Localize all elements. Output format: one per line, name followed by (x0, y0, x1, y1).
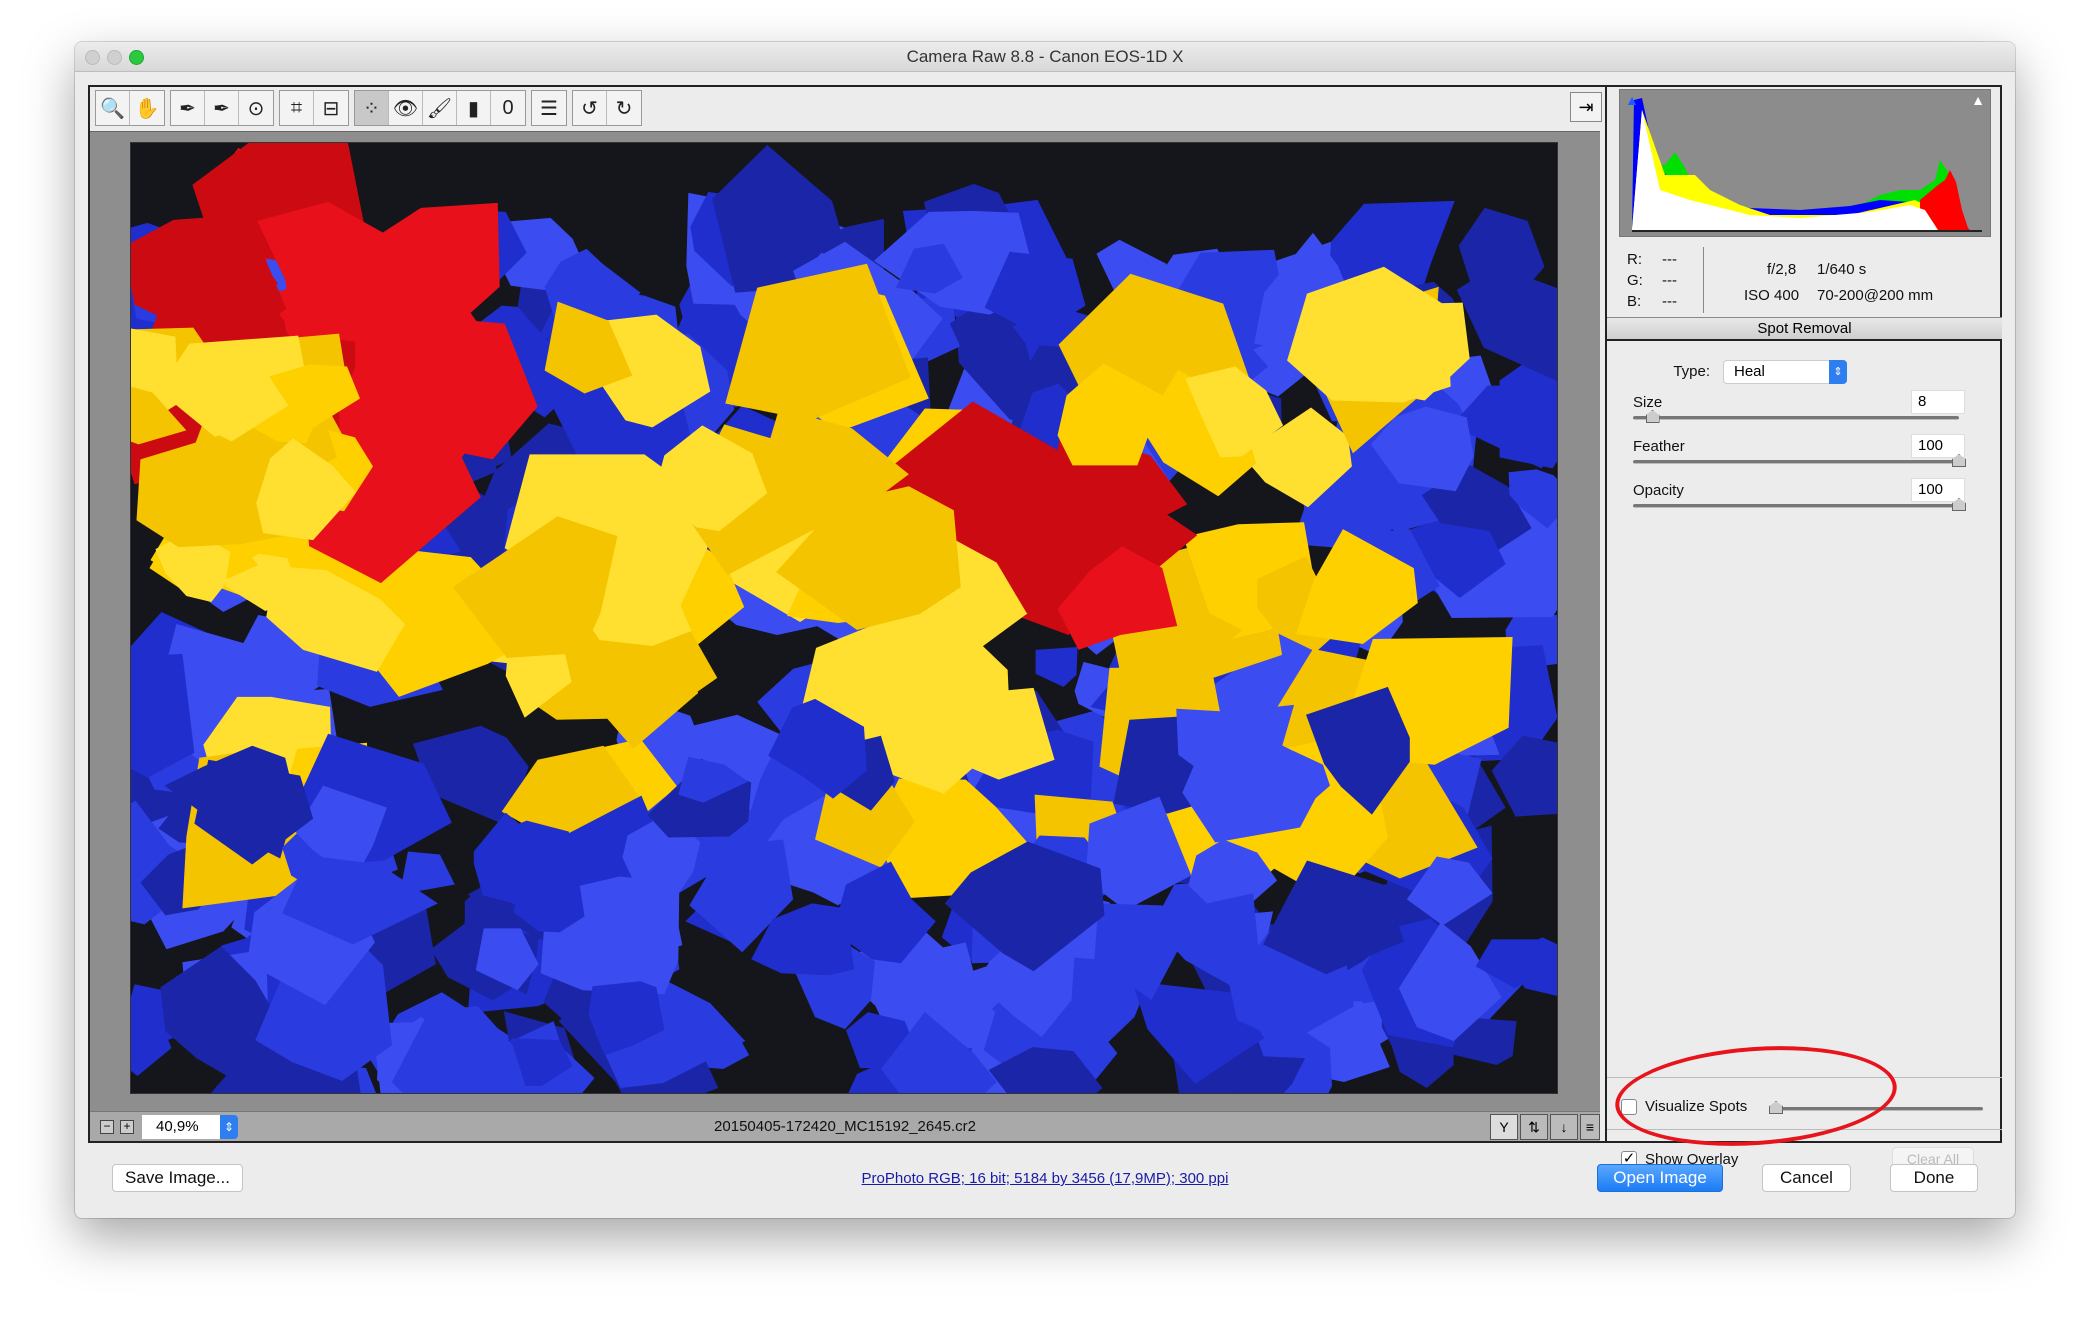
tool-group: 🔍 ✋ (95, 90, 165, 126)
main-frame: 🔍 ✋ ✒ ✒ ⊙ ⌗ ⊟ ⁘ 👁 🖌 ▮ 0 ☰ ↺ ↻ ⇥ − + 40,9% ⇕ 20150405-1… (88, 85, 2002, 1171)
size-slider[interactable] (1633, 410, 1959, 423)
tool-group: ⌗ ⊟ (279, 90, 349, 126)
title-bar: Camera Raw 8.8 - Canon EOS-1D X (75, 42, 2015, 72)
g-value: --- (1662, 272, 1677, 289)
b-value: --- (1662, 293, 1677, 310)
type-dropdown[interactable]: Heal ⇕ (1723, 360, 1847, 384)
red-eye-icon: 👁 (392, 97, 419, 120)
adjustment-panel: ▲ ▲ R: --- G: --- B: --- f/2,8 1/640 s I… (1605, 87, 2002, 1171)
zoom-tool-button[interactable]: 🔍 (96, 91, 130, 125)
workflow-options-link[interactable]: ProPhoto RGB; 16 bit; 5184 by 3456 (17,9… (75, 1170, 2015, 1187)
crop-icon: ⌗ (290, 96, 303, 119)
type-value: Heal (1734, 363, 1765, 380)
targeted-adjustment-tool-button[interactable]: ⊙ (239, 91, 273, 125)
camera-raw-window: Camera Raw 8.8 - Canon EOS-1D X 🔍 ✋ ✒ ✒ ⊙ ⌗ ⊟ ⁘… (75, 42, 2015, 1218)
spot-removal-tool-button[interactable]: ⁘ (355, 91, 389, 125)
image-preview-area (90, 131, 1600, 1111)
type-label: Type: (1673, 363, 1710, 380)
feather-label: Feather (1633, 438, 1685, 455)
close-window-button[interactable] (85, 50, 100, 65)
tool-group: ⁘ 👁 🖌 ▮ 0 (354, 90, 526, 126)
rotate-ccw-tool-button[interactable]: ↺ (573, 91, 607, 125)
panel-title: Spot Removal (1607, 317, 2002, 341)
aperture: f/2,8 (1767, 261, 1797, 278)
pixel-info: R: --- G: --- B: --- f/2,8 1/640 s ISO 4… (1607, 239, 2002, 315)
toolbar: 🔍 ✋ ✒ ✒ ⊙ ⌗ ⊟ ⁘ 👁 🖌 ▮ 0 ☰ ↺ ↻ (95, 90, 647, 126)
spot-removal-icon: ⁘ (363, 97, 380, 120)
radial-filter-tool-button[interactable]: 0 (491, 91, 525, 125)
divider (1703, 247, 1704, 313)
iso: ISO 400 (1744, 287, 1800, 304)
opacity-label: Opacity (1633, 482, 1684, 499)
filename: 20150405-172420_MC15192_2645.cr2 (714, 1118, 976, 1135)
opacity-field[interactable]: 100 (1911, 478, 1965, 502)
color-sampler-icon: ✒ (213, 97, 230, 120)
zoom-icon: 🔍 (100, 97, 125, 120)
adjustment-brush-icon: 🖌 (426, 97, 453, 120)
hand-tool-button[interactable]: ✋ (130, 91, 164, 125)
before-after-view-icon[interactable]: Y (1490, 1114, 1518, 1140)
color-sampler-tool-button[interactable]: ✒ (205, 91, 239, 125)
lens: 70-200@200 mm (1817, 287, 1934, 304)
done-button[interactable]: Done (1890, 1164, 1978, 1192)
white-balance-icon: ✒ (179, 97, 196, 120)
hand-icon: ✋ (134, 97, 160, 120)
feather-slider[interactable] (1633, 454, 1966, 467)
window-title: Camera Raw 8.8 - Canon EOS-1D X (906, 47, 1184, 66)
opacity-slider[interactable] (1633, 498, 1966, 511)
slider-thumb[interactable] (1645, 410, 1660, 423)
crop-tool-button[interactable]: ⌗ (280, 91, 314, 125)
toggle-settings-icon[interactable]: ≡ (1580, 1114, 1600, 1140)
targeted-adjustment-icon: ⊙ (247, 97, 265, 120)
r-label: R: (1627, 251, 1642, 268)
histogram: ▲ ▲ (1619, 89, 1991, 237)
white-balance-tool-button[interactable]: ✒ (171, 91, 205, 125)
adjustment-brush-tool-button[interactable]: 🖌 (423, 91, 457, 125)
size-field[interactable]: 8 (1911, 390, 1965, 414)
photo-preview[interactable] (130, 142, 1558, 1094)
rotate-ccw-icon: ↺ (581, 97, 598, 120)
b-label: B: (1627, 293, 1642, 310)
red-eye-tool-button[interactable]: 👁 (389, 91, 423, 125)
preferences-icon: ☰ (540, 97, 558, 120)
swap-settings-icon[interactable]: ⇅ (1520, 1114, 1548, 1140)
preview-status-bar: − + 40,9% ⇕ 20150405-172420_MC15192_2645… (90, 1111, 1600, 1141)
r-value: --- (1662, 251, 1677, 268)
shadow-clipping-warning-icon[interactable]: ▲ (1622, 92, 1642, 110)
shutter-speed: 1/640 s (1817, 261, 1867, 278)
tool-group: ☰ (531, 90, 567, 126)
tool-group: ✒ ✒ ⊙ (170, 90, 274, 126)
g-label: G: (1627, 272, 1643, 289)
tool-group: ↺ ↻ (572, 90, 642, 126)
cancel-button[interactable]: Cancel (1762, 1164, 1851, 1192)
fullscreen-toggle-button[interactable]: ⇥ (1570, 92, 1602, 122)
highlight-clipping-warning-icon[interactable]: ▲ (1968, 92, 1988, 110)
radial-filter-icon: 0 (502, 96, 514, 119)
open-image-button[interactable]: Open Image (1597, 1164, 1723, 1192)
copy-settings-icon[interactable]: ↓ (1550, 1114, 1578, 1140)
size-label: Size (1633, 394, 1663, 411)
chevron-updown-icon: ⇕ (1829, 360, 1847, 384)
zoom-window-button[interactable] (129, 50, 144, 65)
rotate-cw-tool-button[interactable]: ↻ (607, 91, 641, 125)
graduated-filter-tool-button[interactable]: ▮ (457, 91, 491, 125)
graduated-filter-icon: ▮ (467, 97, 479, 120)
straighten-icon: ⊟ (322, 97, 340, 120)
preferences-tool-button[interactable]: ☰ (532, 91, 566, 125)
feather-field[interactable]: 100 (1911, 434, 1965, 458)
straighten-tool-button[interactable]: ⊟ (314, 91, 348, 125)
rotate-cw-icon: ↻ (615, 97, 633, 120)
minimize-window-button[interactable] (107, 50, 122, 65)
